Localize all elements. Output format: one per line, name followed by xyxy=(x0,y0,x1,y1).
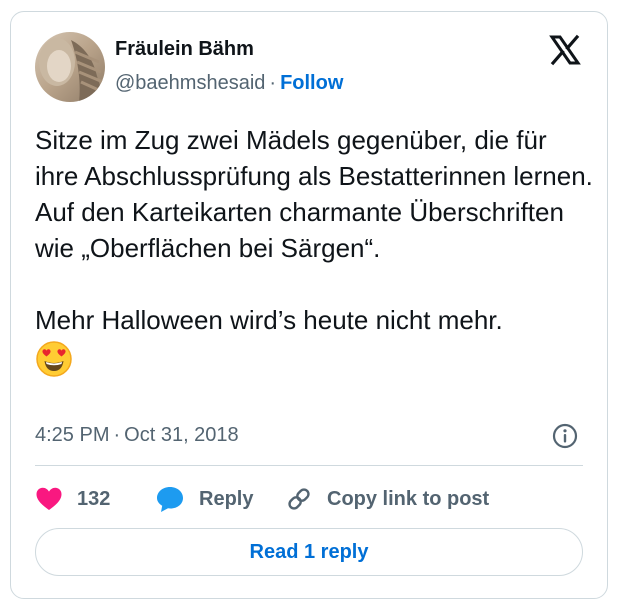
copy-link-button[interactable]: Copy link to post xyxy=(285,485,489,513)
author-handle-line: @baehmshesaid · Follow xyxy=(115,72,343,95)
like-button[interactable]: 132 xyxy=(35,486,155,512)
reply-button[interactable]: Reply xyxy=(155,485,285,513)
read-reply-label: Read 1 reply xyxy=(249,540,369,563)
action-bar: 132 Reply Copy link to post xyxy=(35,484,489,514)
x-logo-icon[interactable] xyxy=(549,34,581,66)
tweet-text: Sitze im Zug zwei Mädels gegenüber, die … xyxy=(35,122,595,378)
heart-icon xyxy=(36,487,62,510)
read-reply-button[interactable]: Read 1 reply xyxy=(35,528,583,576)
reply-label: Reply xyxy=(199,487,254,510)
separator-dot: · xyxy=(113,424,121,446)
author-handle[interactable]: @baehmshesaid xyxy=(115,72,265,94)
heart-eyes-emoji xyxy=(36,341,72,377)
like-count: 132 xyxy=(77,487,111,510)
tweet-timestamp[interactable]: 4:25 PM · Oct 31, 2018 xyxy=(35,424,239,447)
divider xyxy=(35,465,583,466)
copy-link-label: Copy link to post xyxy=(327,487,490,510)
link-icon xyxy=(288,488,310,510)
tweet-paragraph-1: Sitze im Zug zwei Mädels gegenüber, die … xyxy=(35,125,593,263)
tweet-paragraph-2: Mehr Halloween wird’s heute nicht mehr. xyxy=(35,305,503,335)
follow-button[interactable]: Follow xyxy=(280,72,343,94)
tweet-date: Oct 31, 2018 xyxy=(124,424,239,446)
info-icon[interactable] xyxy=(551,422,579,450)
profile-photo xyxy=(35,32,105,102)
tweet-card: Fräulein Bähm @baehmshesaid · Follow Sitze… xyxy=(10,11,608,599)
separator-dot: · xyxy=(269,72,277,94)
tweet-time: 4:25 PM xyxy=(35,424,110,446)
avatar[interactable] xyxy=(35,32,105,102)
author-name[interactable]: Fräulein Bähm xyxy=(115,38,254,61)
reply-bubble-icon xyxy=(157,487,183,512)
